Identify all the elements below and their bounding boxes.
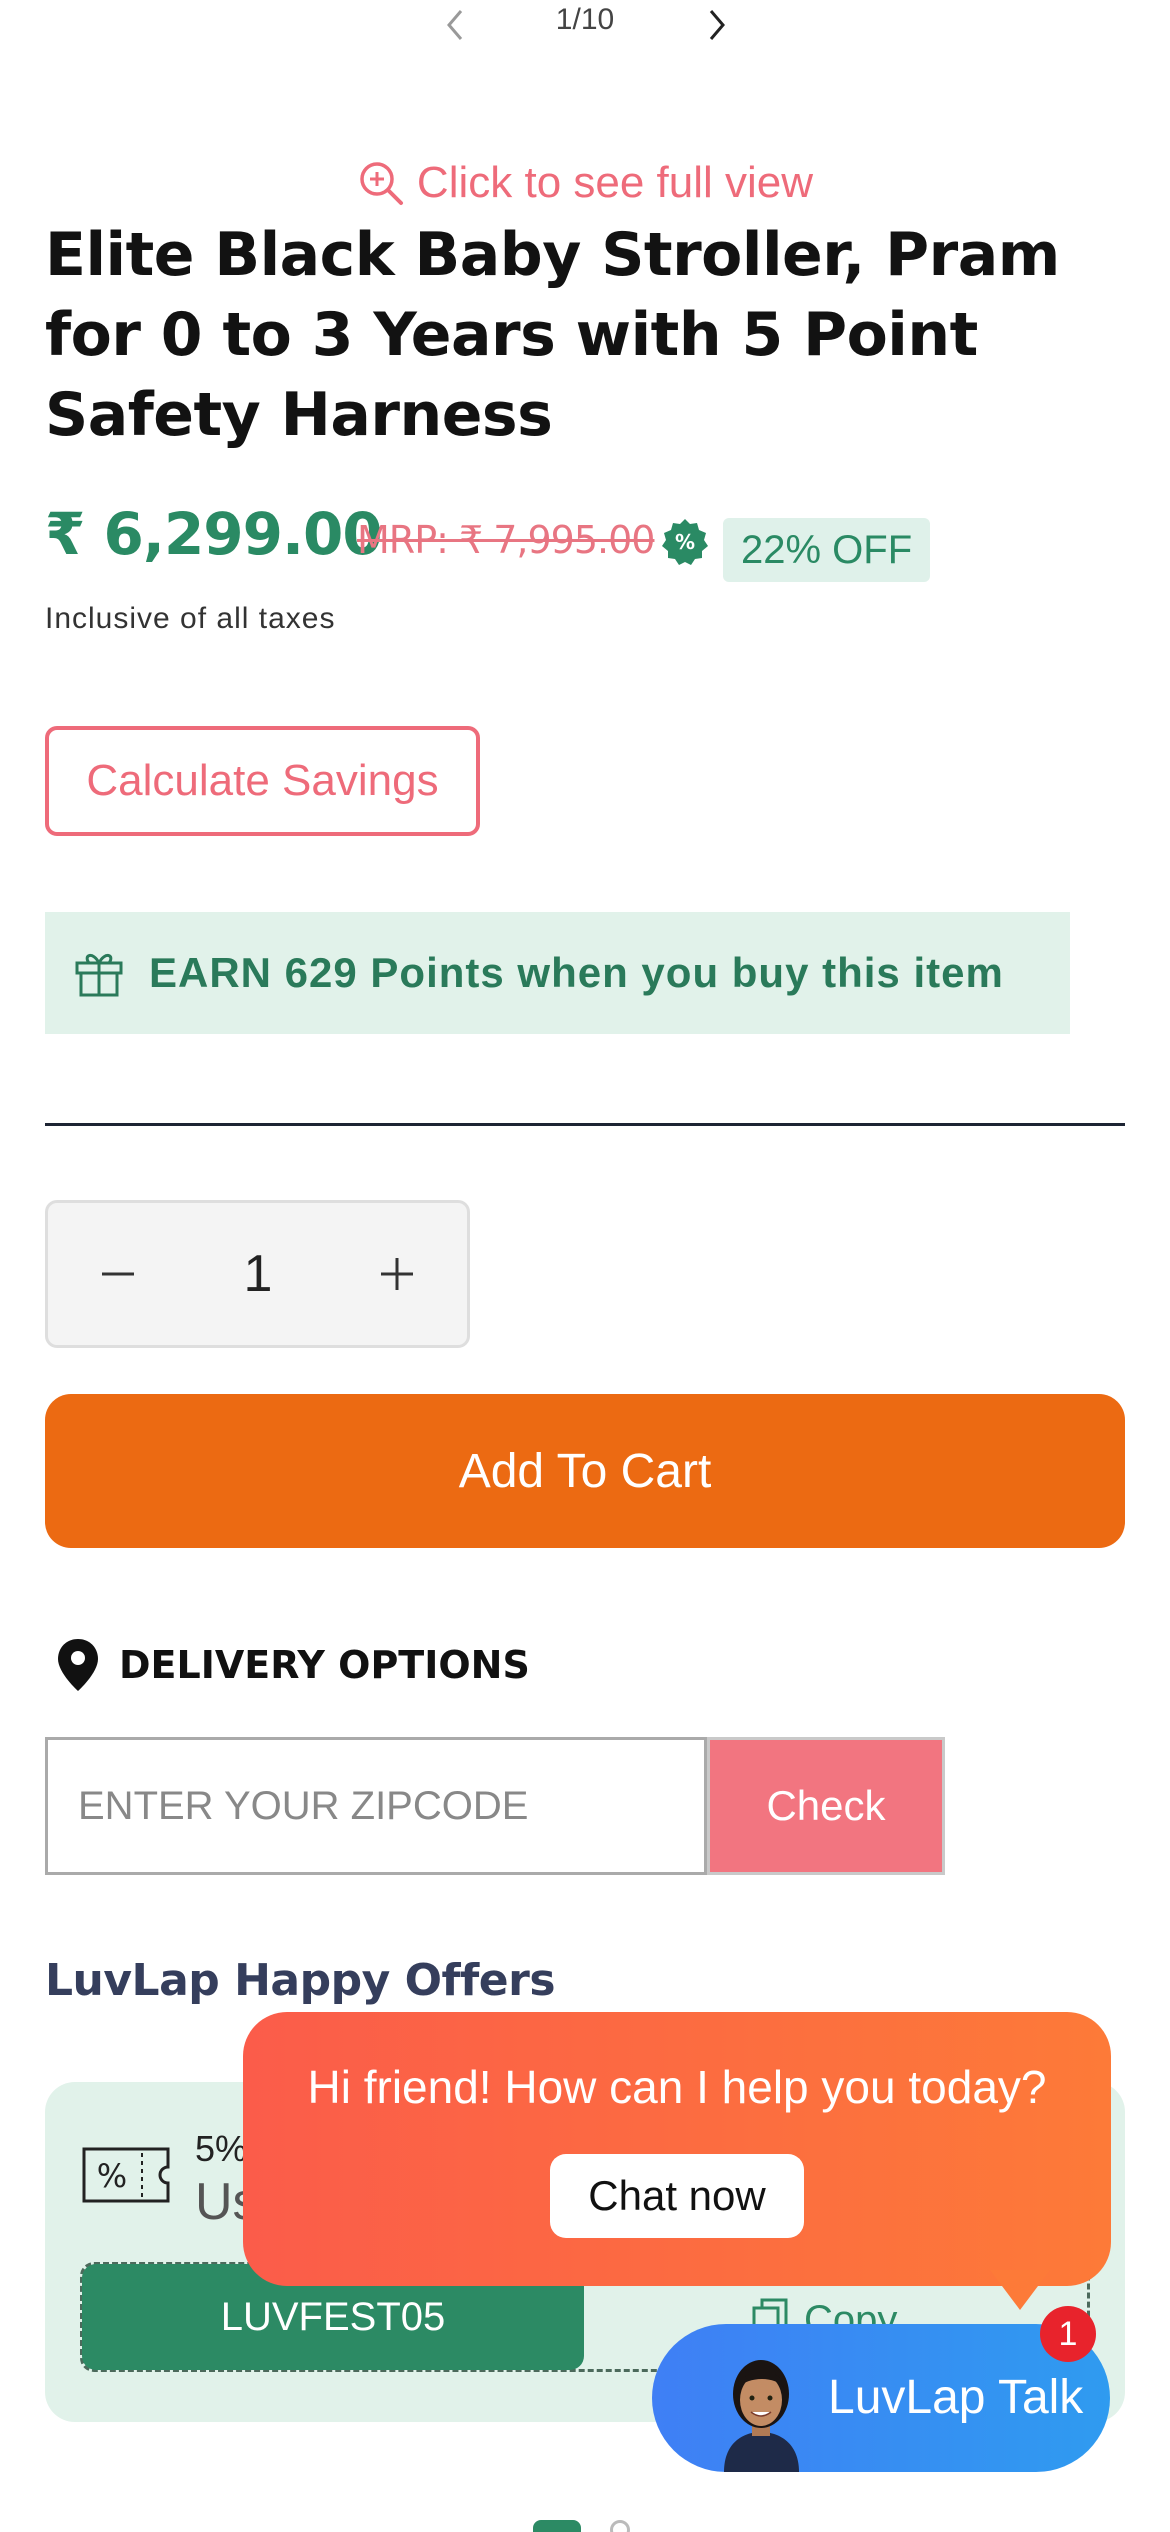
chat-popup bbox=[243, 2012, 1111, 2286]
chat-popup-tail bbox=[990, 2270, 1050, 2310]
discount-badge-icon: % bbox=[662, 519, 708, 565]
zipcode-input[interactable] bbox=[45, 1737, 707, 1875]
earn-points-text: EARN 629 Points when you buy this item bbox=[149, 949, 1004, 996]
luvlap-talk-button[interactable]: LuvLap Talk bbox=[652, 2324, 1110, 2472]
pager-next-button[interactable] bbox=[687, 0, 747, 50]
product-title: Elite Black Baby Stroller, Pram for 0 to… bbox=[45, 220, 1060, 450]
delivery-options-header: DELIVERY OPTIONS bbox=[55, 1630, 530, 1700]
calculate-savings-button[interactable]: Calculate Savings bbox=[45, 726, 480, 836]
sale-price: ₹ 6,299.00 bbox=[45, 500, 383, 568]
svg-text:%: % bbox=[97, 2157, 127, 2195]
taxes-note: Inclusive of all taxes bbox=[45, 602, 336, 635]
svg-text:%: % bbox=[675, 530, 695, 554]
check-zipcode-button[interactable]: Check bbox=[707, 1737, 945, 1875]
section-divider bbox=[45, 1123, 1125, 1126]
quantity-stepper: 1 bbox=[45, 1200, 470, 1348]
chevron-left-icon bbox=[447, 10, 463, 40]
chevron-right-icon bbox=[709, 10, 725, 40]
notification-badge: 1 bbox=[1040, 2306, 1096, 2362]
gift-icon bbox=[75, 954, 123, 997]
offers-title: LuvLap Happy Offers bbox=[45, 1955, 556, 2006]
full-view-label: Click to see full view bbox=[416, 157, 814, 207]
pager-prev-button[interactable] bbox=[425, 0, 485, 50]
full-view-link[interactable]: Click to see full view bbox=[0, 150, 1170, 215]
zoom-in-icon bbox=[360, 161, 403, 205]
minus-icon bbox=[102, 1272, 134, 1276]
agent-avatar bbox=[724, 2360, 799, 2472]
chat-now-button[interactable]: Chat now bbox=[550, 2154, 804, 2238]
chat-greeting: Hi friend! How can I help you today? bbox=[307, 2061, 1047, 2113]
offers-slider-dot[interactable] bbox=[610, 2520, 630, 2532]
quantity-increase-button[interactable] bbox=[337, 1203, 457, 1345]
location-pin-icon bbox=[58, 1639, 98, 1691]
delivery-options-title: DELIVERY OPTIONS bbox=[119, 1643, 530, 1687]
coupon-icon: % bbox=[82, 2147, 170, 2203]
quantity-decrease-button[interactable] bbox=[58, 1203, 178, 1345]
image-counter: 1/10 bbox=[555, 3, 615, 36]
discount-badge: 22% OFF bbox=[723, 518, 931, 582]
mrp-price: MRP: ₹ 7,995.00 bbox=[357, 518, 655, 562]
add-to-cart-button[interactable]: Add To Cart bbox=[45, 1394, 1125, 1548]
offer-line-1: 5% bbox=[195, 2128, 248, 2169]
earn-points-banner: EARN 629 Points when you buy this item bbox=[45, 912, 1070, 1034]
plus-icon bbox=[381, 1258, 413, 1290]
quantity-value[interactable]: 1 bbox=[178, 1203, 338, 1345]
offers-slider-dot-active[interactable] bbox=[533, 2520, 581, 2532]
